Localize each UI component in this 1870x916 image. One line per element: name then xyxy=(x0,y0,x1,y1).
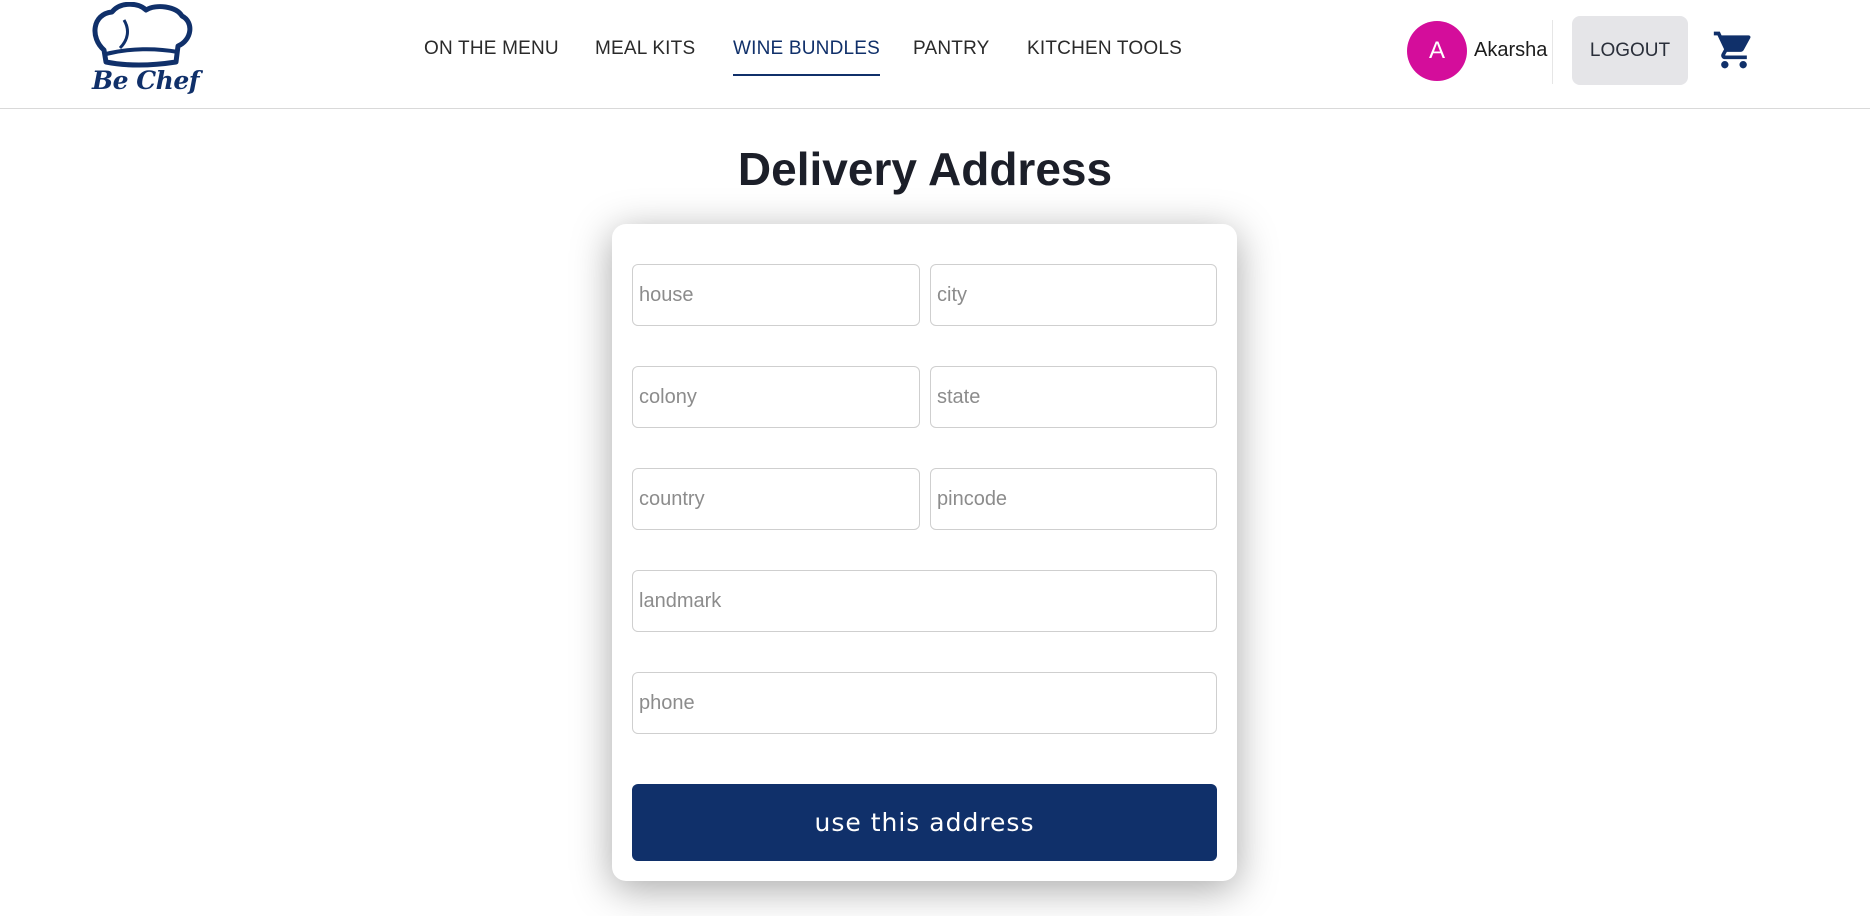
logout-button[interactable]: LOGOUT xyxy=(1572,16,1688,85)
address-form: use this address xyxy=(612,224,1237,881)
nav-item-kitchen-tools[interactable]: KITCHEN TOOLS xyxy=(1027,38,1182,74)
page-title: Delivery Address xyxy=(737,143,1113,195)
phone-field[interactable] xyxy=(632,672,1217,734)
brand-logo[interactable]: Be Chef xyxy=(90,2,199,98)
user-name: Akarsha xyxy=(1474,39,1548,61)
pincode-field[interactable] xyxy=(930,468,1217,530)
cart-icon xyxy=(1713,31,1751,69)
site-header: Be Chef ON THE MENU MEAL KITS WINE BUNDL… xyxy=(0,0,1870,109)
state-field[interactable] xyxy=(930,366,1217,428)
nav-item-on-the-menu[interactable]: ON THE MENU xyxy=(424,38,559,74)
nav-item-meal-kits[interactable]: MEAL KITS xyxy=(595,38,695,74)
city-field[interactable] xyxy=(930,264,1217,326)
use-address-button[interactable]: use this address xyxy=(632,784,1217,861)
header-divider xyxy=(1552,20,1553,84)
nav-item-wine-bundles[interactable]: WINE BUNDLES xyxy=(733,38,881,76)
landmark-field[interactable] xyxy=(632,570,1217,632)
chef-hat-icon xyxy=(92,2,193,68)
house-field[interactable] xyxy=(632,264,920,326)
cart-button[interactable] xyxy=(1712,28,1756,72)
avatar[interactable]: A xyxy=(1407,21,1467,81)
brand-name: Be Chef xyxy=(92,66,199,95)
colony-field[interactable] xyxy=(632,366,920,428)
nav-item-pantry[interactable]: PANTRY xyxy=(913,38,990,74)
country-field[interactable] xyxy=(632,468,920,530)
